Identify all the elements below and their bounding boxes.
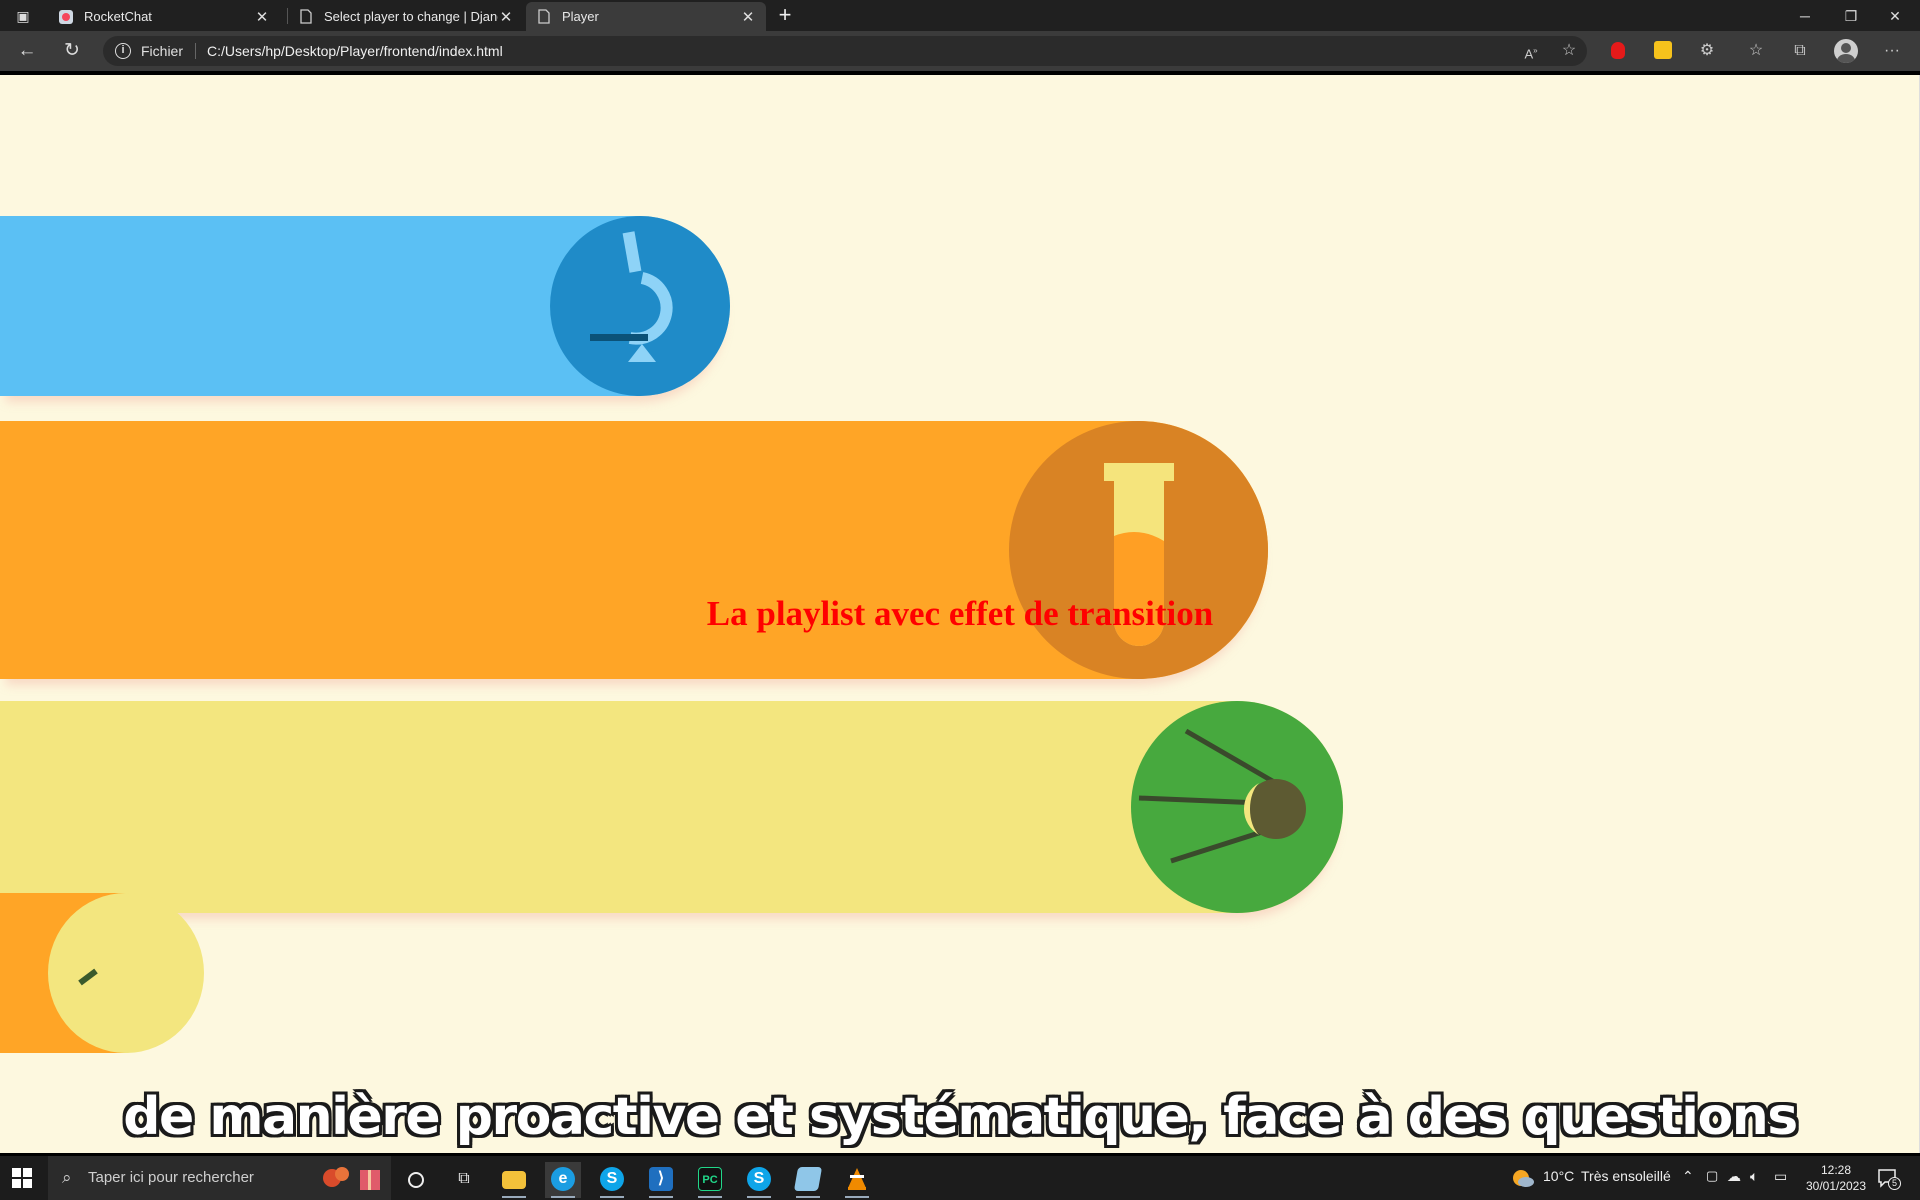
notification-center-icon[interactable]: 5 <box>1876 1166 1901 1190</box>
clock-date: 30/01/2023 <box>1805 1179 1867 1193</box>
add-favorite-icon[interactable]: ☆ <box>1557 39 1581 63</box>
close-window-icon[interactable]: ✕ <box>1873 4 1917 28</box>
new-tab-button[interactable]: + <box>772 4 798 28</box>
onedrive-icon[interactable]: ☁ <box>1727 1168 1741 1185</box>
weather-sun-icon <box>1513 1170 1534 1187</box>
restore-icon[interactable]: ❐ <box>1829 4 1873 28</box>
satellite-circle <box>1131 701 1343 913</box>
tab-title: RocketChat <box>84 9 152 24</box>
address-separator <box>195 43 196 59</box>
test-tube-circle <box>1009 421 1268 679</box>
page-icon <box>536 9 552 25</box>
notification-count: 5 <box>1888 1177 1901 1190</box>
video-subtitle: de manière proactive et systématique, fa… <box>123 1087 1798 1147</box>
extensions-icon[interactable]: ⚙ <box>1695 39 1719 63</box>
tab-rocketchat[interactable]: RocketChat ✕ <box>48 2 280 31</box>
task-view-icon[interactable]: ⧉ <box>446 1162 482 1198</box>
edge-icon[interactable]: e <box>545 1162 581 1198</box>
cortana-icon[interactable] <box>398 1162 434 1198</box>
url-text[interactable]: C:/Users/hp/Desktop/Player/frontend/inde… <box>207 43 503 59</box>
minimize-icon[interactable]: ─ <box>1783 4 1827 28</box>
taskbar-clock[interactable]: 12:28 30/01/2023 <box>1800 1162 1872 1194</box>
info-icon[interactable]: i <box>115 43 131 59</box>
satellite-icon <box>1138 728 1306 864</box>
test-tube-icon <box>1104 463 1174 646</box>
vlc-icon[interactable] <box>839 1162 875 1198</box>
windows-start-icon[interactable] <box>12 1168 32 1188</box>
more-menu-icon[interactable]: ··· <box>1880 39 1904 63</box>
pycharm-icon[interactable]: PC <box>692 1162 728 1198</box>
tab-django[interactable]: Select player to change | Django ✕ <box>288 2 524 31</box>
vscode-icon[interactable]: ⟩ <box>643 1162 679 1198</box>
pencil-icon <box>78 968 98 986</box>
skype-icon[interactable]: S <box>741 1162 777 1198</box>
browser-toolbar: ← ↻ i Fichier C:/Users/hp/Desktop/Player… <box>0 31 1920 71</box>
close-icon[interactable]: ✕ <box>254 8 270 26</box>
chevron-up-icon[interactable]: ⌃ <box>1682 1168 1694 1185</box>
tab-bar: ▣ RocketChat ✕ Select player to change |… <box>0 0 1920 31</box>
volume-icon[interactable]: 🔈︎ <box>1750 1168 1758 1185</box>
microscope-icon <box>590 231 673 362</box>
file-explorer-icon[interactable] <box>496 1162 532 1198</box>
tab-player[interactable]: Player ✕ <box>526 2 766 31</box>
address-bar[interactable]: i Fichier C:/Users/hp/Desktop/Player/fro… <box>103 36 1587 66</box>
notepad-icon[interactable] <box>790 1162 826 1198</box>
taskbar-search[interactable]: ⌕ Taper ici pour rechercher <box>48 1156 391 1200</box>
read-aloud-icon[interactable]: A» <box>1519 39 1543 63</box>
collections-icon[interactable]: ⧉ <box>1788 39 1812 63</box>
weather-text[interactable]: Très ensoleillé <box>1581 1168 1671 1184</box>
tab-title: Select player to change | Django <box>324 9 498 24</box>
profile-avatar[interactable] <box>1834 39 1858 63</box>
search-highlight-icon <box>323 1167 380 1190</box>
microscope-circle <box>550 216 730 396</box>
lower-circle <box>48 893 204 1053</box>
video-player[interactable]: La playlist avec effet de transition de … <box>0 75 1920 1153</box>
page-icon <box>298 9 314 25</box>
network-icon[interactable]: ▭ <box>1774 1168 1787 1185</box>
search-placeholder: Taper ici pour rechercher <box>88 1169 254 1186</box>
tab-title: Player <box>562 9 599 24</box>
extension-yellow-icon[interactable] <box>1654 41 1672 59</box>
back-icon[interactable]: ← <box>12 38 42 64</box>
scheme-label: Fichier <box>141 43 184 59</box>
extension-red-icon[interactable] <box>1611 42 1625 59</box>
windows-taskbar: ⌕ Taper ici pour rechercher ⧉ e S ⟩ PC S… <box>0 1156 1920 1200</box>
refresh-icon[interactable]: ↻ <box>57 38 87 64</box>
tab-actions-icon[interactable]: ▣ <box>14 7 32 25</box>
skype-icon[interactable]: S <box>594 1162 630 1198</box>
close-icon[interactable]: ✕ <box>740 8 756 26</box>
rocketchat-icon <box>58 9 74 25</box>
close-icon[interactable]: ✕ <box>498 8 514 26</box>
playlist-title: La playlist avec effet de transition <box>706 594 1214 633</box>
clock-time: 12:28 <box>1820 1163 1852 1177</box>
search-icon: ⌕ <box>62 1168 72 1187</box>
weather-temp[interactable]: 10°C <box>1543 1168 1574 1184</box>
favorites-icon[interactable]: ☆ <box>1744 39 1768 63</box>
usb-device-icon[interactable]: ▢ <box>1706 1168 1718 1184</box>
